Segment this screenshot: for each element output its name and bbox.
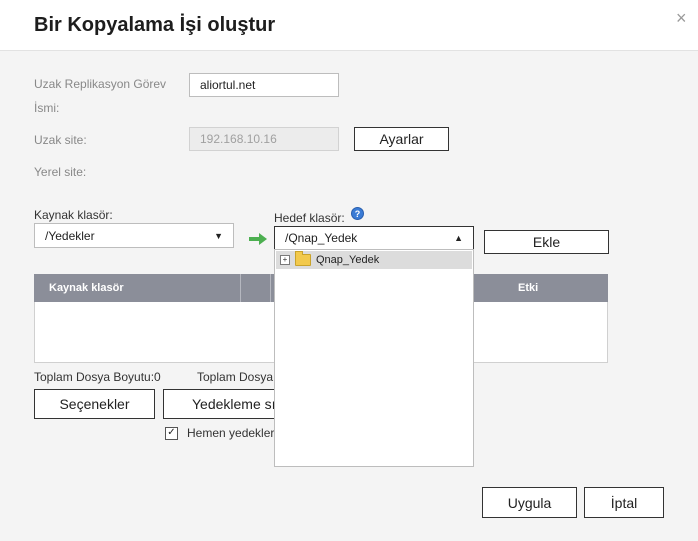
source-folder-label: Kaynak klasör: <box>34 208 113 222</box>
job-name-label-line2: İsmi: <box>34 101 60 115</box>
dest-folder-select[interactable]: /Qnap_Yedek ▲ <box>274 226 474 250</box>
options-button[interactable]: Seçenekler <box>34 389 155 419</box>
column-action: Etki <box>518 282 539 294</box>
add-button[interactable]: Ekle <box>484 230 609 254</box>
dest-folder-value: /Qnap_Yedek <box>285 231 358 245</box>
tree-item-label: Qnap_Yedek <box>316 254 380 266</box>
close-icon[interactable]: × <box>676 8 687 29</box>
backup-frequency-button[interactable]: Yedekleme sı <box>163 389 288 419</box>
cancel-button[interactable]: İptal <box>584 487 664 518</box>
column-source-folder: Kaynak klasör <box>49 282 124 294</box>
total-size-label: Toplam Dosya Boyutu:0 <box>34 370 161 384</box>
arrow-right-icon <box>249 233 267 245</box>
settings-button[interactable]: Ayarlar <box>354 127 449 151</box>
total-files-label: Toplam Dosya <box>197 370 274 384</box>
tree-item-qnap-yedek[interactable]: + Qnap_Yedek <box>276 251 472 269</box>
job-name-input[interactable]: aliortul.net <box>189 73 339 97</box>
column-divider <box>270 274 271 302</box>
chevron-up-icon: ▲ <box>454 233 463 243</box>
dialog-title: Bir Kopyalama İşi oluştur <box>34 14 276 36</box>
folder-icon <box>295 251 311 266</box>
job-name-label-line1: Uzak Replikasyon Görev <box>34 77 167 91</box>
svg-text:?: ? <box>355 209 361 219</box>
source-folder-select[interactable]: /Yedekler ▼ <box>34 223 234 248</box>
remote-site-input: 192.168.10.16 <box>189 127 339 151</box>
dest-folder-dropdown: + Qnap_Yedek <box>274 249 474 467</box>
remote-site-label: Uzak site: <box>34 133 87 147</box>
source-folder-value: /Yedekler <box>45 228 95 243</box>
apply-button[interactable]: Uygula <box>482 487 577 518</box>
chevron-down-icon: ▼ <box>214 230 223 241</box>
dest-folder-label: Hedef klasör: <box>274 211 345 225</box>
dialog-header: Bir Kopyalama İşi oluştur × <box>0 0 698 51</box>
local-site-label: Yerel site: <box>34 165 87 179</box>
backup-now-label: Hemen yedekler <box>187 426 275 440</box>
column-divider <box>240 274 241 302</box>
backup-now-checkbox[interactable]: ✓ <box>165 427 178 440</box>
expand-icon[interactable]: + <box>280 255 290 265</box>
help-icon[interactable]: ? <box>351 207 364 220</box>
